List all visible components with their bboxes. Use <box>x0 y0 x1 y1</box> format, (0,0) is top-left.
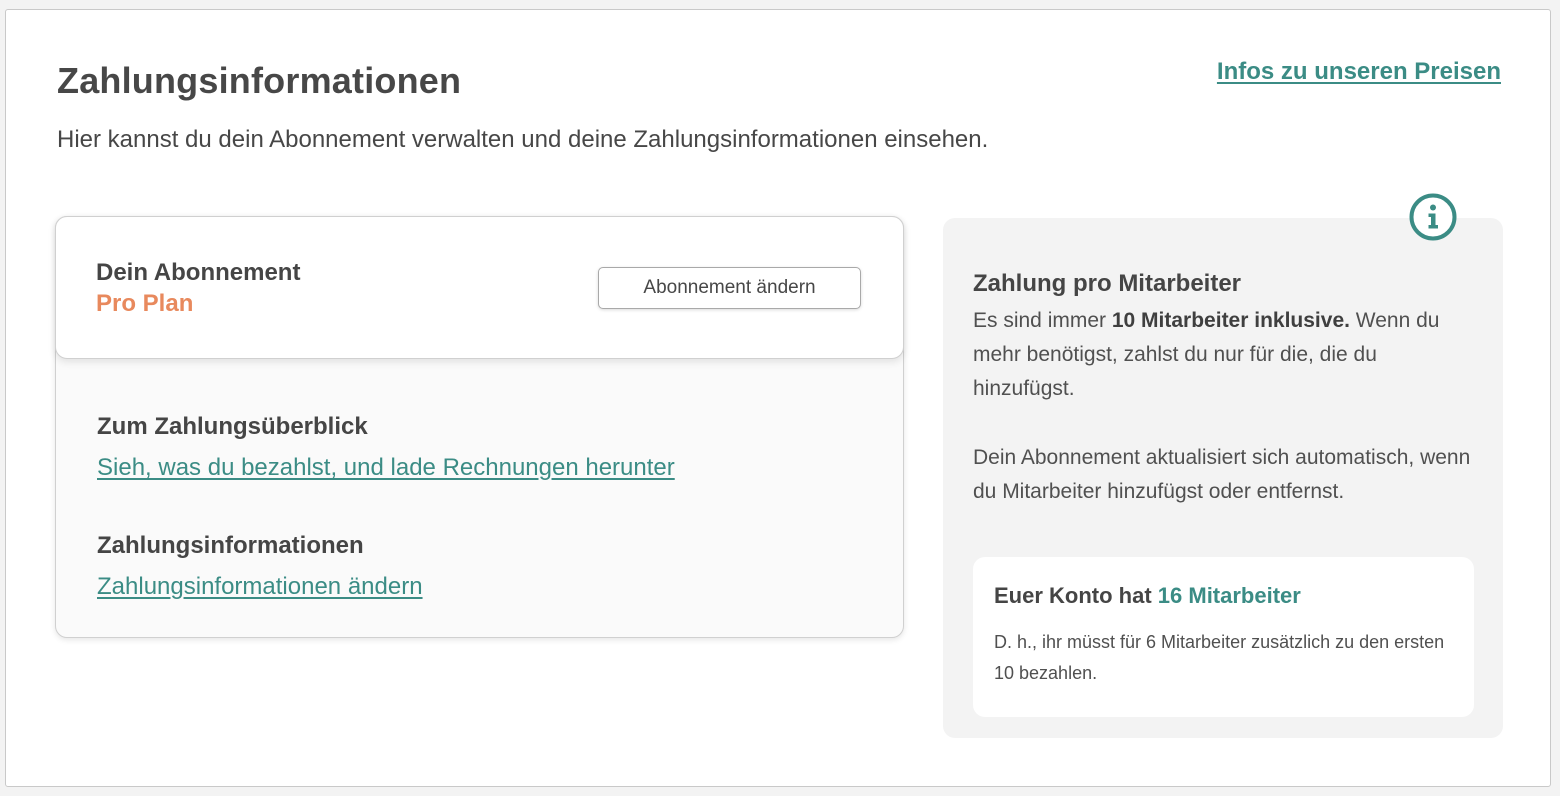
change-payment-info-link[interactable]: Zahlungsinformationen ändern <box>97 573 423 601</box>
payment-info-heading: Zahlungsinformationen <box>97 532 364 559</box>
billing-card: Dein Abonnement Pro Plan Abonnement ände… <box>55 216 904 638</box>
info-icon <box>1409 193 1457 241</box>
employee-count: 16 Mitarbeiter <box>1157 583 1301 608</box>
account-title: Euer Konto hat 16 Mitarbeiter <box>994 583 1301 608</box>
payment-overview-heading: Zum Zahlungsüberblick <box>97 413 368 440</box>
page-subtitle: Hier kannst du dein Abonnement verwalten… <box>57 126 989 153</box>
page-title: Zahlungsinformationen <box>57 60 462 101</box>
plan-name: Pro Plan <box>96 290 194 317</box>
billing-page: Zahlungsinformationen Infos zu unseren P… <box>5 9 1551 787</box>
pricing-info-link[interactable]: Infos zu unseren Preisen <box>1217 58 1501 86</box>
subscription-card: Dein Abonnement Pro Plan Abonnement ände… <box>55 216 904 359</box>
account-explanation: D. h., ihr müsst für 6 Mitarbeiter zusät… <box>994 632 1445 683</box>
panel-paragraph-auto-update: Dein Abonnement aktualisiert sich automa… <box>973 446 1471 503</box>
per-employee-info-panel: Zahlung pro Mitarbeiter Es sind immer 10… <box>943 193 1503 738</box>
panel-paragraph-included: Es sind immer 10 Mitarbeiter inklusive. … <box>973 309 1440 400</box>
included-employees-highlight: 10 Mitarbeiter inklusive. <box>1111 309 1350 332</box>
payment-overview-link[interactable]: Sieh, was du bezahlst, und lade Rechnung… <box>97 454 675 482</box>
subscription-label: Dein Abonnement <box>96 259 301 286</box>
change-subscription-button[interactable]: Abonnement ändern <box>598 267 861 309</box>
account-summary-box: Euer Konto hat 16 Mitarbeiter D. h., ihr… <box>973 557 1474 717</box>
panel-title: Zahlung pro Mitarbeiter <box>973 270 1242 297</box>
